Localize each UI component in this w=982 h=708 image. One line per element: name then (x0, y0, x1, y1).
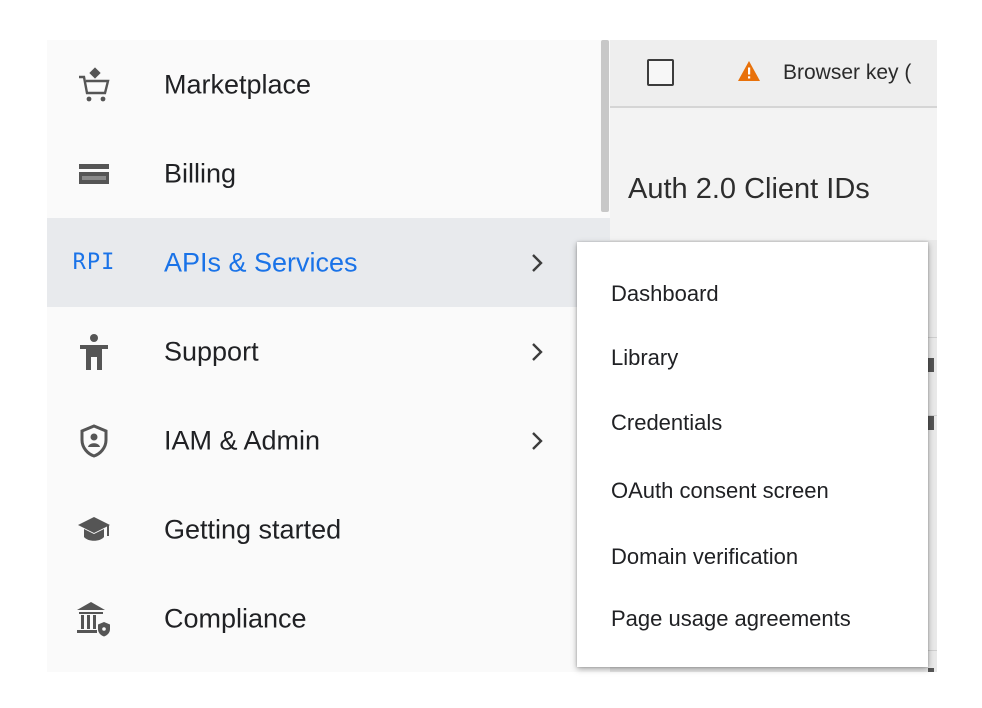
oauth-client-ids-heading: Auth 2.0 Client IDs (628, 173, 870, 205)
clipped-text-fragment (928, 358, 934, 372)
nav-item-label: Support (164, 336, 259, 366)
nav-item-label: Marketplace (164, 69, 312, 99)
browser-key-name[interactable]: Browser key ( (783, 61, 911, 85)
chevron-right-icon (532, 253, 543, 272)
graduation-cap-icon (74, 510, 114, 550)
submenu-item-label: Domain verification (611, 544, 799, 569)
nav-item-billing[interactable]: Billing (47, 129, 610, 218)
support-person-icon (74, 332, 114, 372)
submenu-item-library[interactable]: Library (577, 326, 928, 390)
submenu-item-page-usage-agreements[interactable]: Page usage agreements (577, 587, 928, 651)
nav-item-marketplace[interactable]: Marketplace (47, 40, 610, 129)
nav-item-getting-started[interactable]: Getting started (47, 485, 610, 574)
submenu-item-label: Page usage agreements (611, 606, 851, 631)
warning-icon (738, 61, 760, 81)
cart-icon (74, 65, 114, 105)
chevron-right-icon (532, 431, 543, 450)
submenu-item-label: Dashboard (611, 281, 719, 306)
clipped-text-fragment (928, 668, 934, 672)
api-icon-text: RPI (72, 250, 116, 275)
nav-item-label: IAM & Admin (164, 425, 321, 455)
billing-card-icon (74, 154, 114, 194)
nav-item-compliance[interactable]: Compliance (47, 574, 610, 663)
nav-item-iam-admin[interactable]: IAM & Admin (47, 396, 610, 485)
credentials-table-row[interactable]: Browser key ( (610, 40, 937, 108)
nav-item-label: Compliance (164, 603, 307, 633)
api-icon: RPI (72, 243, 116, 283)
nav-item-apis-services[interactable]: RPI APIs & Services (47, 218, 610, 307)
nav-item-support[interactable]: Support (47, 307, 610, 396)
clipped-text-fragment (928, 416, 934, 430)
submenu-item-credentials[interactable]: Credentials (577, 391, 928, 455)
submenu-item-domain-verification[interactable]: Domain verification (577, 525, 928, 589)
submenu-item-label: Credentials (611, 410, 723, 435)
compliance-building-icon (74, 599, 114, 639)
row-checkbox[interactable] (647, 59, 674, 86)
apis-services-submenu: Dashboard Library Credentials OAuth cons… (577, 242, 928, 667)
nav-item-label: Billing (164, 158, 237, 188)
submenu-item-label: OAuth consent screen (611, 478, 829, 503)
submenu-item-dashboard[interactable]: Dashboard (577, 262, 928, 326)
nav-item-label: APIs & Services (164, 247, 358, 277)
submenu-item-oauth-consent-screen[interactable]: OAuth consent screen (577, 459, 928, 523)
submenu-item-label: Library (611, 345, 679, 370)
shield-icon (74, 421, 114, 461)
nav-item-label: Getting started (164, 514, 342, 544)
chevron-right-icon (532, 342, 543, 361)
nav-scrollbar[interactable] (601, 40, 609, 212)
navigation-drawer: Marketplace Billing RPI APIs & Services (47, 40, 610, 672)
